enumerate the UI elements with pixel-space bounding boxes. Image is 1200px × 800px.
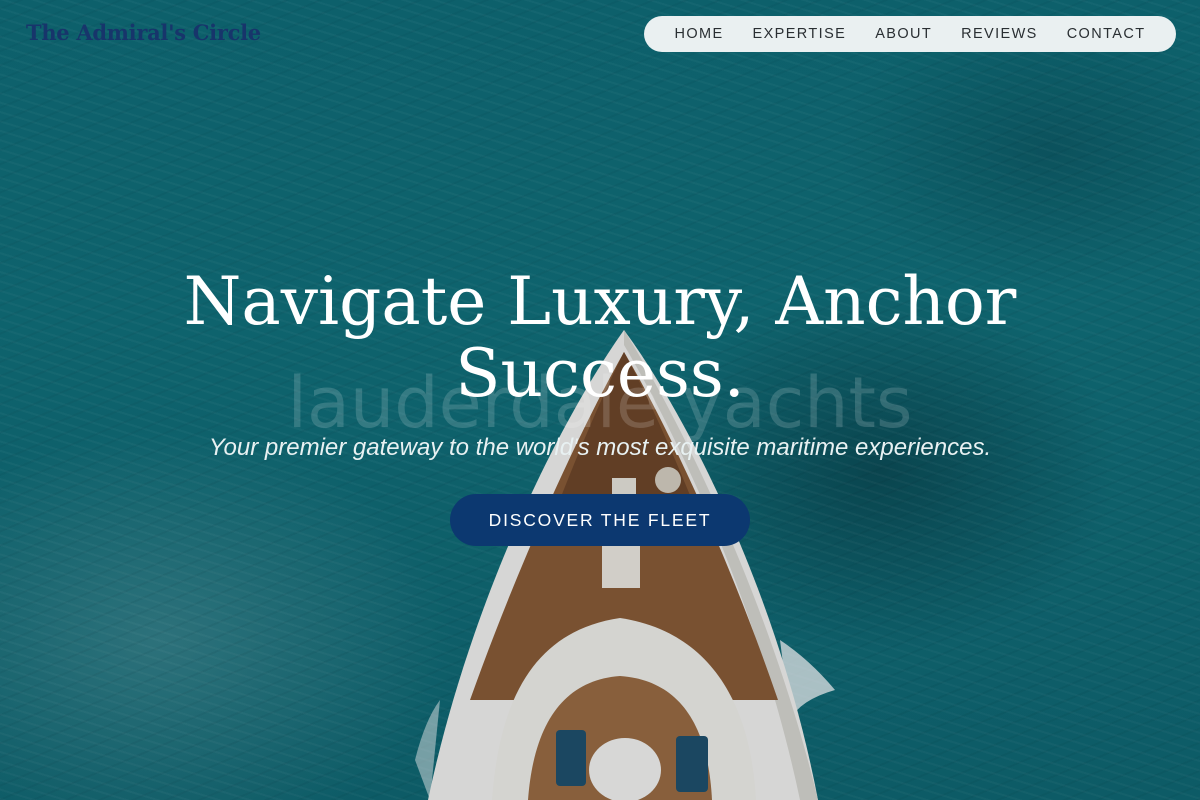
- nav-item-about[interactable]: ABOUT: [875, 26, 932, 42]
- discover-fleet-button[interactable]: DISCOVER THE FLEET: [450, 494, 750, 546]
- main-nav: HOME EXPERTISE ABOUT REVIEWS CONTACT: [644, 16, 1176, 52]
- nav-item-home[interactable]: HOME: [674, 26, 723, 42]
- nav-item-expertise[interactable]: EXPERTISE: [753, 26, 847, 42]
- hero-tagline: Your premier gateway to the world's most…: [208, 434, 992, 461]
- nav-item-contact[interactable]: CONTACT: [1067, 26, 1146, 42]
- brand-logo[interactable]: The Admiral's Circle: [26, 20, 261, 45]
- nav-item-reviews[interactable]: REVIEWS: [961, 26, 1038, 42]
- hero-headline-line2: Success.: [455, 335, 745, 412]
- hero-headline-line1: Navigate Luxury, Anchor: [183, 263, 1017, 340]
- hero-headline: Navigate Luxury, Anchor Success.: [150, 266, 1050, 410]
